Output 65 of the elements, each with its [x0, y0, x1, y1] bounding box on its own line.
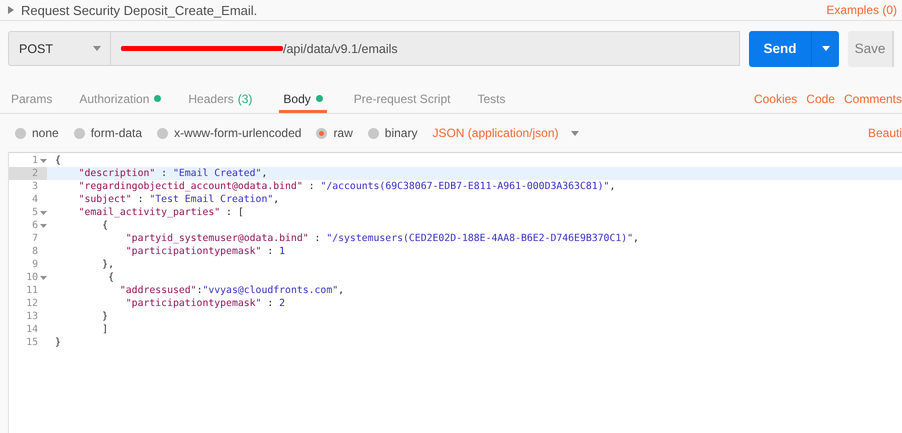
request-tab[interactable]: Headers (3): [188, 91, 252, 113]
caret-icon[interactable]: [822, 46, 830, 51]
body-type-radio[interactable]: x-www-form-urlencoded: [157, 126, 302, 140]
header-link[interactable]: Code: [806, 92, 835, 113]
line-number: 11: [26, 284, 38, 297]
caret-icon[interactable]: [570, 130, 579, 136]
line-number: 3: [32, 180, 38, 193]
fold-caret-icon[interactable]: [40, 224, 47, 228]
fold-caret-icon[interactable]: [40, 158, 47, 162]
request-title: Request Security Deposit_Create_Email.: [21, 2, 258, 18]
line-number: 12: [26, 297, 38, 310]
radio-icon[interactable]: [74, 128, 85, 138]
line-number: 14: [26, 323, 38, 336]
code-line: "addressused":"vvyas@cloudfronts.com",: [118, 284, 346, 297]
radio-icon[interactable]: [316, 128, 328, 138]
radio-icon[interactable]: [15, 128, 26, 138]
request-tab[interactable]: Pre-request Script: [354, 91, 450, 113]
line-number: 4: [32, 193, 38, 206]
caret-icon[interactable]: [93, 46, 101, 51]
expand-triangle-icon[interactable]: [8, 6, 14, 14]
code-line: },: [101, 258, 115, 271]
code-line: ]: [101, 323, 110, 336]
radio-icon[interactable]: [368, 128, 379, 138]
line-number: 6: [32, 219, 38, 232]
body-type-radio[interactable]: none: [15, 126, 59, 140]
body-type-radio[interactable]: form-data: [74, 126, 142, 140]
line-number: 5: [32, 206, 38, 219]
line-number: 13: [26, 310, 38, 323]
code-line: {: [101, 219, 110, 232]
line-number: 10: [26, 271, 38, 284]
code-line: "participationtypemask" : 2: [124, 297, 286, 310]
line-number: 8: [32, 245, 38, 258]
fold-caret-icon[interactable]: [40, 210, 47, 214]
header-link[interactable]: Comments: [844, 92, 902, 113]
body-type-radio[interactable]: binary: [368, 126, 418, 140]
beautify-link[interactable]: Beauti: [868, 126, 902, 140]
line-number: 15: [26, 336, 38, 349]
examples-link[interactable]: Examples (0): [826, 3, 897, 17]
request-tab[interactable]: Body: [279, 91, 327, 113]
code-editor[interactable]: [8, 152, 902, 433]
body-type-radio[interactable]: raw: [316, 126, 353, 140]
code-line: "subject" : "Test Email Creation",: [78, 193, 280, 206]
url-field[interactable]: /api/data/v9.1/emails: [111, 31, 740, 66]
request-tab[interactable]: Params: [11, 91, 52, 113]
code-line: }: [54, 336, 62, 349]
code-line: "participationtypemask" : 1: [124, 245, 286, 258]
method-dropdown[interactable]: POST: [8, 31, 111, 66]
line-number: 2: [32, 167, 38, 180]
code-line: "regardingobjectid_account@odata.bind" : "/accounts(69C38067-EDB7-E811-A961-000D3A363C81)",: [78, 180, 616, 193]
radio-icon[interactable]: [157, 128, 168, 138]
content-type-dropdown[interactable]: JSON (application/json): [432, 126, 579, 140]
line-number: 9: [32, 258, 38, 271]
code-line: "partyid_systemuser@odata.bind" : "/systemusers(CED2E02D-188E-4AA8-B6E2-D746E9B370C1)",: [124, 232, 640, 245]
send-button[interactable]: Send: [749, 30, 839, 66]
fold-caret-icon[interactable]: [40, 276, 47, 280]
request-tab[interactable]: Authorization: [79, 91, 162, 113]
line-number: 1: [32, 154, 38, 167]
code-line: {: [107, 271, 115, 284]
request-tab[interactable]: Tests: [477, 91, 506, 113]
header-link[interactable]: Cookies: [754, 92, 798, 113]
code-line: }: [101, 310, 110, 323]
code-line: {: [54, 154, 62, 167]
code-line: "email_activity_parties" : [: [78, 206, 245, 219]
line-number: 7: [32, 232, 38, 245]
save-button[interactable]: Save: [848, 30, 894, 66]
